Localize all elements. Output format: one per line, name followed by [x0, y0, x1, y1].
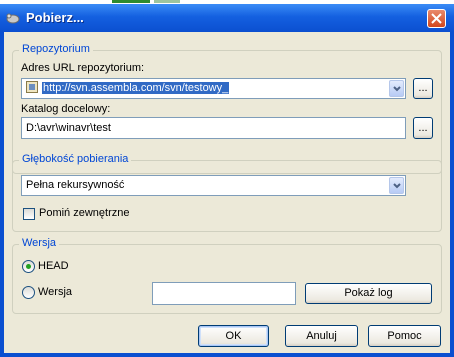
show-log-button[interactable]: Pokaż log: [305, 283, 432, 304]
depth-selected-value: Pełna rekursywność: [26, 179, 125, 191]
target-label: Katalog docelowy:: [21, 103, 111, 115]
close-button[interactable]: [427, 9, 446, 28]
url-combobox[interactable]: http://svn.assembla.com/svn/testowy_: [21, 78, 406, 99]
chevron-down-icon: [393, 183, 401, 189]
help-button[interactable]: Pomoc: [368, 325, 441, 347]
repository-legend: Repozytorium: [19, 43, 93, 55]
depth-dropdown-button[interactable]: [389, 177, 404, 194]
checkout-dialog: Pobierz... Repozytorium Adres URL repozy…: [0, 4, 454, 357]
tortoise-icon: [6, 13, 20, 24]
cancel-button[interactable]: Anuluj: [285, 325, 358, 347]
target-browse-button[interactable]: ...: [413, 117, 433, 139]
close-icon: [431, 13, 442, 24]
depth-group: Głębokość pobierania: [12, 153, 442, 232]
depth-legend: Głębokość pobierania: [19, 153, 132, 165]
head-radio[interactable]: [22, 260, 35, 273]
url-browse-button[interactable]: ...: [413, 78, 433, 99]
revision-radio[interactable]: [22, 286, 35, 299]
url-value: http://svn.assembla.com/svn/testowy_: [42, 82, 230, 94]
revision-radio-label[interactable]: Wersja: [38, 286, 72, 298]
omit-externals-checkbox[interactable]: [23, 208, 35, 220]
background-indicator: [112, 0, 150, 3]
revision-input[interactable]: [152, 282, 296, 305]
revision-legend: Wersja: [19, 237, 60, 249]
ok-button[interactable]: OK: [198, 325, 269, 347]
url-dropdown-button[interactable]: [389, 80, 404, 97]
head-radio-label[interactable]: HEAD: [38, 260, 69, 272]
radio-dot: [26, 264, 31, 269]
title-bar[interactable]: Pobierz...: [0, 4, 454, 32]
url-label: Adres URL repozytorium:: [21, 62, 145, 74]
target-directory-input[interactable]: D:\avr\winavr\test: [21, 117, 406, 139]
background-indicator: [154, 0, 180, 3]
repository-icon: [26, 81, 38, 94]
chevron-down-icon: [393, 86, 401, 92]
window-title: Pobierz...: [26, 10, 84, 25]
depth-dropdown[interactable]: Pełna rekursywność: [21, 175, 406, 196]
dialog-body: Repozytorium Adres URL repozytorium: htt…: [4, 32, 450, 353]
omit-externals-label[interactable]: Pomiń zewnętrzne: [39, 207, 130, 219]
